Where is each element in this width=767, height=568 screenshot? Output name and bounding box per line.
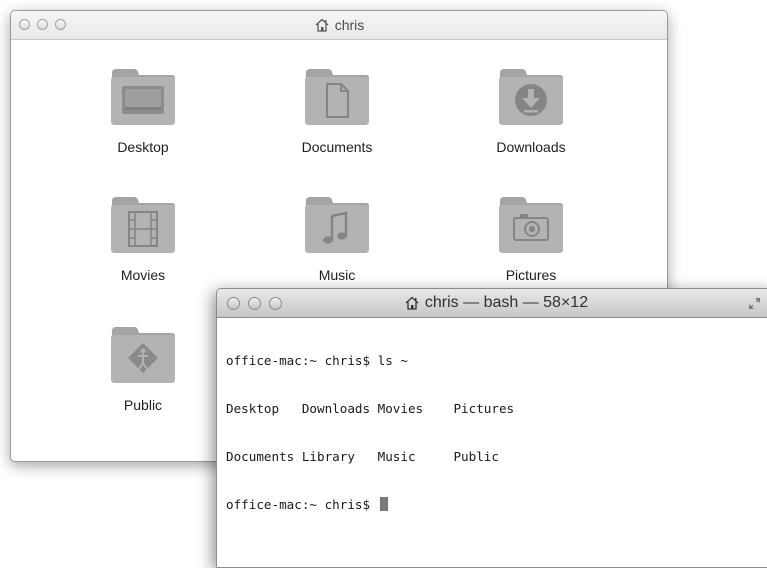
terminal-prompt: office-mac:~ chris$ (226, 497, 378, 512)
text-cursor (379, 497, 388, 511)
terminal-window[interactable]: chris — bash — 58×12 office-mac:~ chris$… (216, 288, 767, 568)
finder-titlebar[interactable]: chris (11, 11, 667, 40)
item-music[interactable]: Music (272, 193, 402, 283)
home-icon (315, 18, 329, 32)
item-label: Documents (301, 139, 373, 155)
item-label: Music (318, 267, 356, 283)
item-pictures[interactable]: Pictures (466, 193, 596, 283)
desktop-folder-icon (111, 69, 175, 125)
item-label: Pictures (505, 267, 557, 283)
terminal-output[interactable]: office-mac:~ chris$ ls ~ Desktop Downloa… (217, 318, 767, 545)
pictures-folder-icon (499, 197, 563, 253)
finder-title: chris (11, 11, 667, 39)
item-movies[interactable]: Movies (78, 193, 208, 283)
terminal-title: chris — bash — 58×12 (217, 289, 767, 317)
item-label: Desktop (117, 139, 169, 155)
terminal-line: Desktop Downloads Movies Pictures (226, 401, 515, 416)
finder-title-text: chris (334, 17, 365, 33)
terminal-line: Documents Library Music Public (226, 449, 499, 464)
terminal-title-text: chris — bash — 58×12 (424, 294, 589, 311)
downloads-folder-icon (499, 69, 563, 125)
terminal-titlebar[interactable]: chris — bash — 58×12 (217, 289, 767, 318)
item-public[interactable]: Public (78, 323, 208, 413)
fullscreen-icon[interactable] (748, 297, 761, 310)
terminal-prompt-line: office-mac:~ chris$ (226, 497, 767, 513)
item-downloads[interactable]: Downloads (466, 65, 596, 155)
item-desktop[interactable]: Desktop (78, 65, 208, 155)
item-label: Public (123, 397, 163, 413)
home-icon (405, 296, 419, 310)
item-documents[interactable]: Documents (272, 65, 402, 155)
item-label: Downloads (496, 139, 566, 155)
terminal-line: office-mac:~ chris$ ls ~ (226, 353, 408, 368)
public-folder-icon (111, 327, 175, 383)
documents-folder-icon (305, 69, 369, 125)
movies-folder-icon (111, 197, 175, 253)
item-label: Movies (120, 267, 166, 283)
music-folder-icon (305, 197, 369, 253)
